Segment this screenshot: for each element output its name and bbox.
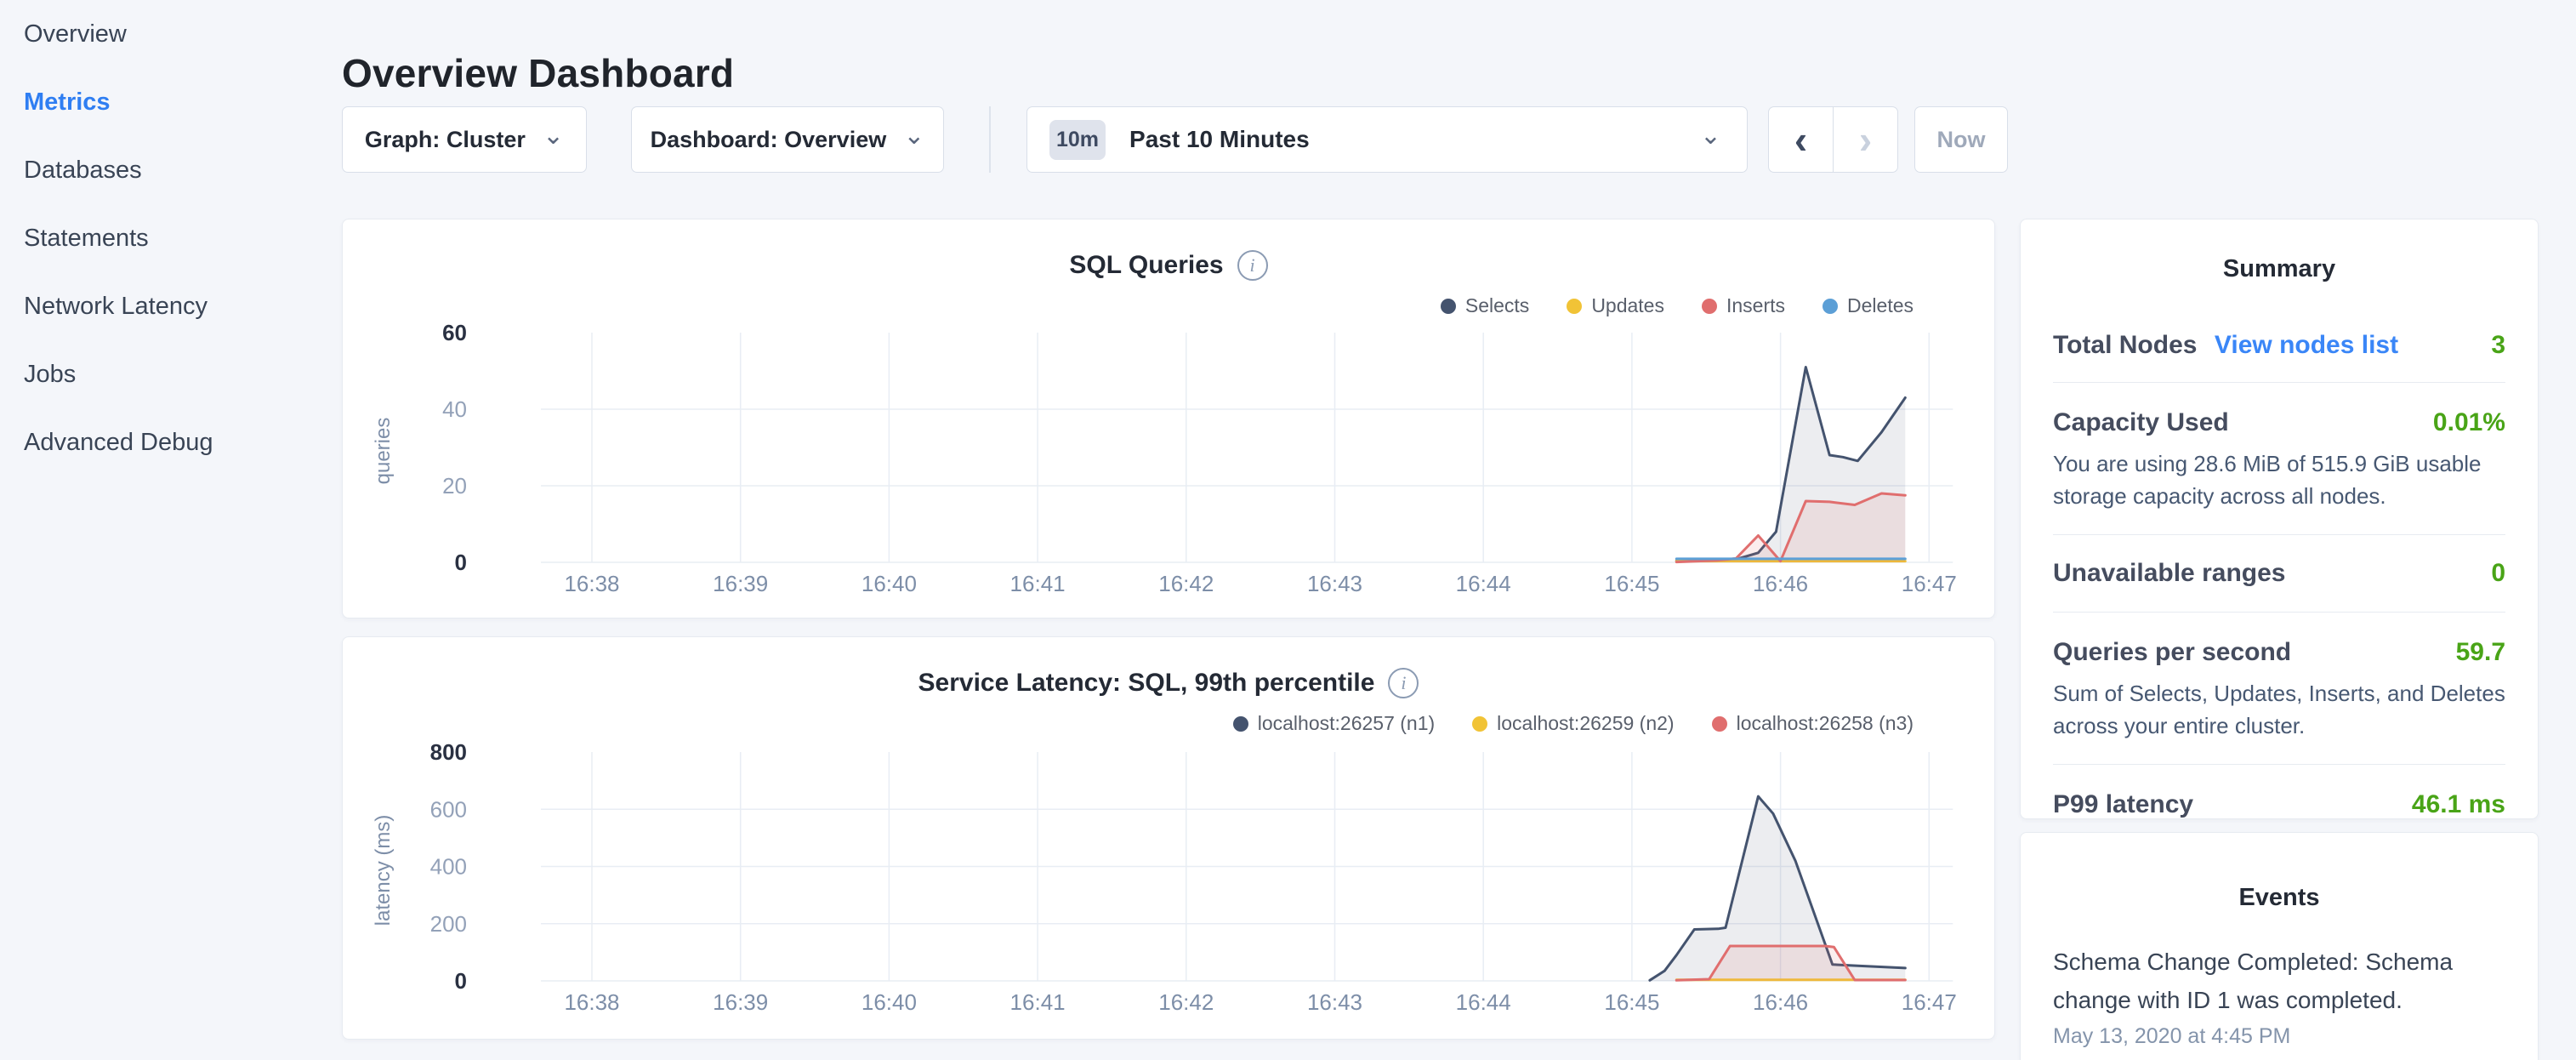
service-latency-chart-card: Service Latency: SQL, 99th percentile i …	[342, 636, 1995, 1040]
page-title: Overview Dashboard	[342, 50, 734, 96]
graph-dropdown[interactable]: Graph: Cluster ⌄	[342, 106, 587, 173]
capacity-used-subtext: You are using 28.6 MiB of 515.9 GiB usab…	[2053, 447, 2505, 512]
x-tick-label: 16:41	[1010, 571, 1066, 596]
x-tick-label: 16:45	[1604, 571, 1659, 596]
next-time-button[interactable]: ›	[1834, 106, 1897, 173]
graph-dropdown-label: Graph: Cluster	[365, 127, 526, 153]
sql-queries-chart-card: SQL Queries i SelectsUpdatesInsertsDelet…	[342, 219, 1995, 618]
now-button[interactable]: Now	[1914, 106, 2008, 173]
total-nodes-label: Total Nodes	[2053, 331, 2197, 359]
view-nodes-list-link[interactable]: View nodes list	[2215, 331, 2398, 359]
unavailable-ranges-label: Unavailable ranges	[2053, 559, 2285, 588]
x-tick-label: 16:38	[564, 989, 619, 1015]
capacity-used-value: 0.01%	[2433, 408, 2505, 437]
divider	[2053, 764, 2505, 765]
qps-subtext: Sum of Selects, Updates, Inserts, and De…	[2053, 677, 2505, 742]
sidebar-item-statements[interactable]: Statements	[0, 204, 342, 272]
y-tick-label: 0	[455, 550, 467, 575]
p99-latency-value: 46.1 ms	[2412, 790, 2505, 819]
summary-panel: Summary Total Nodes View nodes list 3 Ca…	[2020, 219, 2539, 819]
events-panel: Events Schema Change Completed: Schema c…	[2020, 832, 2539, 1060]
x-tick-label: 16:38	[564, 571, 619, 596]
y-tick-label: 600	[430, 796, 467, 822]
time-pager: ‹ ›	[1768, 106, 1898, 173]
event-item-time: May 13, 2020 at 4:45 PM	[2053, 1024, 2505, 1049]
x-tick-label: 16:46	[1753, 571, 1808, 596]
sidebar-item-network-latency[interactable]: Network Latency	[0, 272, 342, 340]
chevron-down-icon: ⌄	[1700, 123, 1721, 149]
sidebar-item-databases[interactable]: Databases	[0, 136, 342, 204]
summary-row-qps: Queries per second 59.7	[2053, 638, 2505, 667]
summary-title: Summary	[2053, 219, 2505, 283]
now-button-label: Now	[1937, 127, 1986, 153]
x-tick-label: 16:47	[1902, 989, 1957, 1015]
x-tick-label: 16:41	[1010, 989, 1066, 1015]
dashboard-dropdown[interactable]: Dashboard: Overview ⌄	[631, 106, 944, 173]
toolbar-divider	[989, 106, 991, 173]
sidebar-item-jobs[interactable]: Jobs	[0, 340, 342, 408]
x-tick-label: 16:40	[862, 571, 917, 596]
y-tick-label: 20	[442, 473, 467, 499]
x-tick-label: 16:43	[1307, 989, 1362, 1015]
dashboard-dropdown-label: Dashboard: Overview	[651, 127, 887, 153]
y-tick-label: 400	[430, 854, 467, 880]
y-tick-label: 40	[442, 396, 467, 422]
unavailable-ranges-value: 0	[2491, 559, 2505, 588]
summary-row-p99: P99 latency 46.1 ms	[2053, 790, 2505, 819]
x-tick-label: 16:44	[1456, 571, 1511, 596]
events-title: Events	[2053, 833, 2505, 912]
capacity-used-label: Capacity Used	[2053, 408, 2229, 437]
sql-queries-plot[interactable]: 16:38 16:39 16:40 16:41 16:42 16:43 16:44 16:45…	[343, 219, 1996, 619]
x-tick-label: 16:39	[713, 989, 768, 1015]
y-tick-label: 0	[455, 968, 467, 994]
chevron-down-icon: ⌄	[543, 123, 564, 149]
sidebar-item-metrics[interactable]: Metrics	[0, 68, 342, 136]
qps-label: Queries per second	[2053, 638, 2291, 667]
time-range-label: Past 10 Minutes	[1129, 126, 1310, 153]
time-range-badge: 10m	[1049, 120, 1106, 160]
x-tick-label: 16:44	[1456, 989, 1511, 1015]
y-tick-label: 200	[430, 911, 467, 937]
total-nodes-value: 3	[2491, 331, 2505, 360]
time-range-picker[interactable]: 10m Past 10 Minutes ⌄	[1026, 106, 1748, 173]
divider	[2053, 382, 2505, 383]
sidebar: Overview Metrics Databases Statements Ne…	[0, 0, 342, 1051]
x-tick-label: 16:45	[1604, 989, 1659, 1015]
summary-row-unavailable: Unavailable ranges 0	[2053, 559, 2505, 588]
x-tick-label: 16:42	[1158, 989, 1214, 1015]
x-tick-label: 16:39	[713, 571, 768, 596]
event-item-text[interactable]: Schema Change Completed: Schema change w…	[2053, 943, 2505, 1019]
x-tick-label: 16:43	[1307, 571, 1362, 596]
y-tick-label: 800	[430, 739, 467, 765]
qps-value: 59.7	[2456, 638, 2505, 667]
sidebar-item-advanced-debug[interactable]: Advanced Debug	[0, 408, 342, 476]
x-tick-label: 16:46	[1753, 989, 1808, 1015]
chevron-down-icon: ⌄	[903, 123, 924, 149]
service-latency-plot[interactable]: 16:38 16:39 16:40 16:41 16:42 16:43 16:44 16:45…	[343, 637, 1996, 1040]
sidebar-item-overview[interactable]: Overview	[0, 0, 342, 68]
x-tick-label: 16:42	[1158, 571, 1214, 596]
p99-latency-label: P99 latency	[2053, 790, 2193, 819]
divider	[2053, 612, 2505, 613]
y-tick-label: 60	[442, 320, 467, 345]
divider	[2053, 534, 2505, 535]
x-tick-label: 16:40	[862, 989, 917, 1015]
summary-row-total-nodes: Total Nodes View nodes list 3	[2053, 331, 2505, 360]
x-tick-label: 16:47	[1902, 571, 1957, 596]
toolbar: Graph: Cluster ⌄ Dashboard: Overview ⌄ 1…	[342, 106, 2043, 174]
summary-row-capacity: Capacity Used 0.01%	[2053, 408, 2505, 437]
prev-time-button[interactable]: ‹	[1769, 106, 1833, 173]
